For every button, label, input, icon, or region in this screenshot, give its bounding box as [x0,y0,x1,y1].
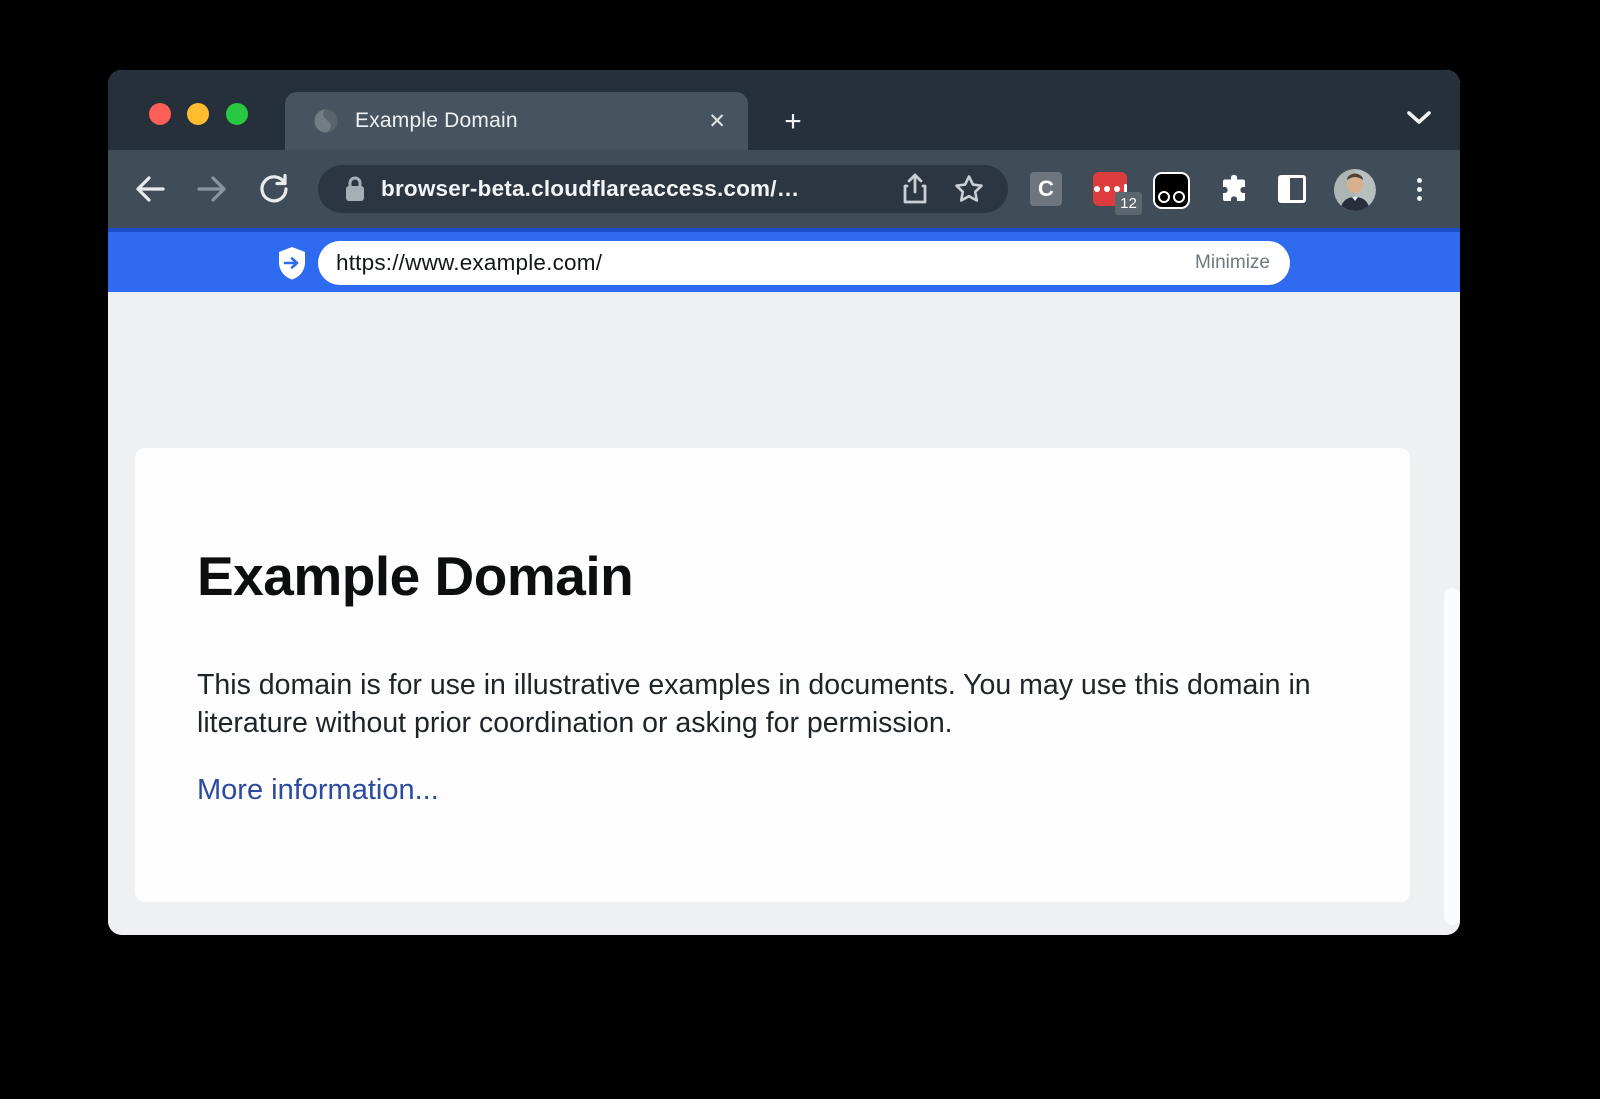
extension-badge-count: 12 [1115,192,1142,215]
minimize-button[interactable]: Minimize [1195,252,1270,274]
reload-icon[interactable] [254,169,294,209]
address-bar[interactable]: browser-beta.cloudflareaccess.com/… [318,165,1008,213]
tab-close-icon[interactable]: ✕ [708,111,726,132]
globe-favicon-icon [313,108,339,134]
macos-close-button[interactable] [149,103,171,125]
extension-c-icon[interactable]: C [1030,172,1062,206]
browser-window: Example Domain ✕ + [108,70,1460,935]
isolation-url-bar: https://www.example.com/ Minimize [108,228,1460,292]
content-card: Example Domain This domain is for use in… [135,448,1410,902]
page-viewport: Example Domain This domain is for use in… [108,292,1460,935]
browser-toolbar: browser-beta.cloudflareaccess.com/… C 12 [108,150,1460,228]
lock-icon[interactable] [344,175,366,203]
tab-title: Example Domain [355,109,708,133]
profile-avatar[interactable] [1334,169,1376,211]
bookmark-star-icon[interactable] [954,174,984,204]
macos-minimize-button[interactable] [187,103,209,125]
extension-goggles-icon[interactable] [1153,172,1190,209]
back-icon[interactable] [130,169,170,209]
shield-icon [277,246,307,280]
tab-strip: Example Domain ✕ + [108,70,1460,150]
macos-zoom-button[interactable] [226,103,248,125]
page-heading: Example Domain [197,544,633,608]
extensions-puzzle-icon[interactable] [1217,172,1251,206]
side-panel-icon[interactable] [1278,175,1306,203]
isolation-url-input[interactable]: https://www.example.com/ Minimize [318,241,1290,285]
isolation-url-value: https://www.example.com/ [336,250,1195,276]
page-paragraph: This domain is for use in illustrative e… [197,666,1357,742]
tab-example-domain[interactable]: Example Domain ✕ [285,92,748,150]
new-tab-button[interactable]: + [774,103,812,141]
vertical-scrollbar[interactable] [1444,588,1460,925]
more-information-link[interactable]: More information... [197,774,439,807]
address-url-text: browser-beta.cloudflareaccess.com/… [381,176,902,202]
tab-search-chevron-icon[interactable] [1406,110,1432,126]
forward-icon[interactable] [192,169,232,209]
share-icon[interactable] [902,173,928,205]
browser-menu-kebab-icon[interactable] [1404,174,1434,204]
